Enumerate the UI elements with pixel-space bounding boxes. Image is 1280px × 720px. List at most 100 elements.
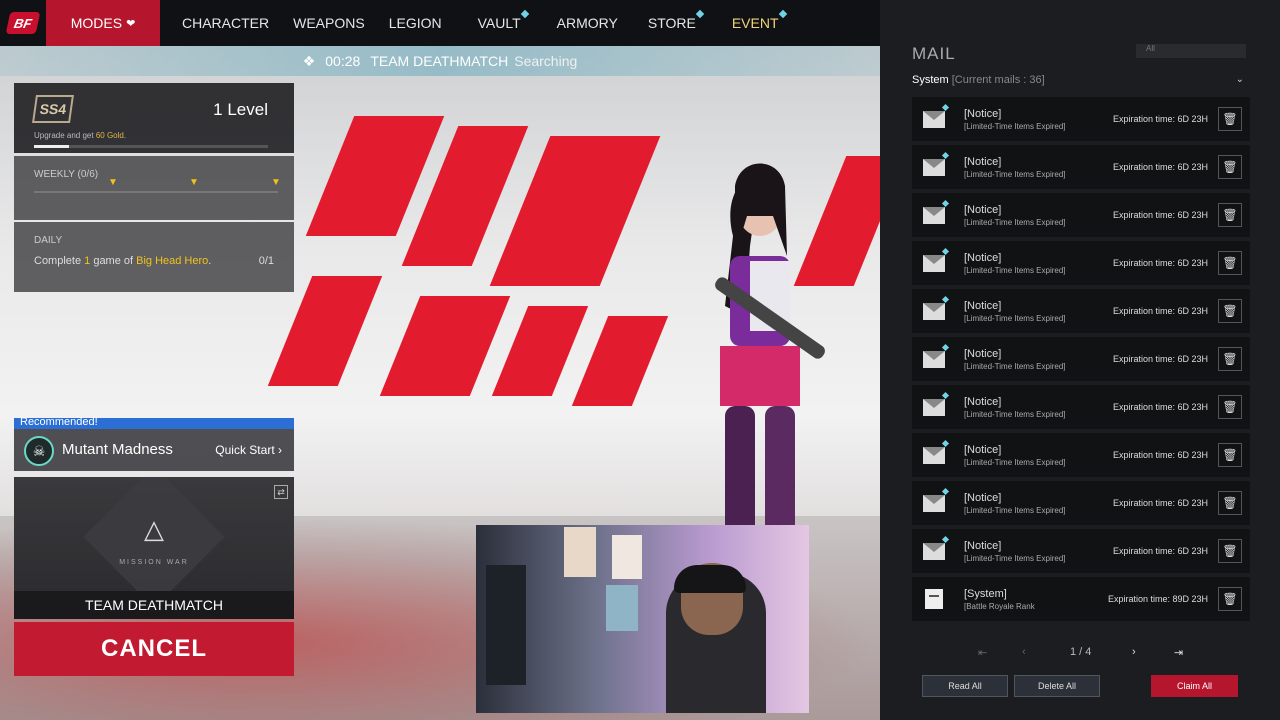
mail-row[interactable]: [Notice] [Limited-Time Items Expired] Expi… (912, 433, 1250, 477)
nav-event-label: EVENT (731, 15, 779, 31)
daily-panel[interactable]: DAILY Complete 1 game of Big Head Hero. … (14, 222, 294, 292)
delete-mail-button[interactable]: 🗑 (1218, 491, 1242, 515)
selected-mode-card[interactable]: △ MISSION WAR ⇄ TEAM DEATHMATCH (14, 477, 294, 619)
mail-row[interactable]: [Notice] [Limited-Time Items Expired] Expi… (912, 289, 1250, 333)
mail-count: [Current mails : 36] (951, 74, 1045, 86)
mail-subject: [System] (964, 588, 1007, 600)
nav-legion-label: LEGION (388, 15, 442, 31)
nav-character-label: CHARACTER (182, 15, 270, 31)
weekly-panel[interactable]: WEEKLY (0/6) ▼ ▼ ▼ (14, 156, 294, 220)
daily-mission-text: Complete 1 game of Big Head Hero. (34, 255, 211, 267)
mail-sort-dropdown[interactable]: All (1136, 44, 1246, 58)
last-page-icon[interactable]: ⇥ (1174, 646, 1183, 659)
envelope-icon (923, 159, 945, 176)
envelope-icon (923, 495, 945, 512)
delete-mail-button[interactable]: 🗑 (1218, 539, 1242, 563)
delete-mail-button[interactable]: 🗑 (1218, 347, 1242, 371)
nav-modes-label: MODES (70, 15, 123, 31)
delete-mail-button[interactable]: 🗑 (1218, 203, 1242, 227)
matchmaking-status: ❖ 00:28 TEAM DEATHMATCH Searching (0, 46, 880, 76)
mail-subject: [Notice] (964, 396, 1002, 408)
heart-icon: ❤ (126, 17, 136, 30)
delete-mail-button[interactable]: 🗑 (1218, 395, 1242, 419)
nav-legion[interactable]: LEGION (389, 15, 442, 31)
mail-row[interactable]: [Notice] [Limited-Time Items Expired] Expi… (912, 193, 1250, 237)
mail-category-header[interactable]: System [Current mails : 36] ⌄ (912, 74, 1250, 90)
nav-store-label: STORE (647, 15, 696, 31)
mail-row[interactable]: [Notice] [Limited-Time Items Expired] Expi… (912, 529, 1250, 573)
level-panel[interactable]: SS4 1 Level Upgrade and get 60 Gold. (14, 83, 294, 153)
mail-expiration: Expiration time: 6D 23H (1112, 450, 1208, 460)
nav-vault[interactable]: VAULT (477, 9, 529, 31)
mail-pager: ⇤ ‹ 1 / 4 › ⇥ (912, 646, 1250, 664)
envelope-icon (923, 255, 945, 272)
mail-description: [Limited-Time Items Expired] (964, 314, 1066, 323)
delete-all-button[interactable]: Delete All (1014, 675, 1100, 697)
new-indicator-icon (941, 439, 950, 448)
nav-store[interactable]: STORE (647, 9, 705, 31)
mail-expiration: Expiration time: 6D 23H (1112, 210, 1208, 220)
weekly-label: WEEKLY (0/6) (34, 169, 99, 180)
mail-description: [Limited-Time Items Expired] (964, 362, 1066, 371)
mail-row[interactable]: [Notice] [Limited-Time Items Expired] Expi… (912, 385, 1250, 429)
mail-row[interactable]: [System] [Battle Royale Rank Expiration ti… (912, 577, 1250, 621)
reward-marker-icon: ▼ (271, 177, 281, 188)
mail-description: [Limited-Time Items Expired] (964, 410, 1066, 419)
envelope-icon (923, 111, 945, 128)
nav-armory[interactable]: ARMORY (557, 15, 618, 31)
claim-all-button[interactable]: Claim All (1151, 675, 1238, 697)
mail-row[interactable]: [Notice] [Limited-Time Items Expired] Expi… (912, 145, 1250, 189)
daily-suffix: . (208, 255, 212, 267)
delete-mail-button[interactable]: 🗑 (1218, 107, 1242, 131)
daily-mode: Big Head Hero (136, 255, 209, 267)
daily-progress: 0/1 (258, 255, 274, 267)
recommended-mode[interactable]: ☠ Mutant Madness Quick Start › (14, 429, 294, 471)
delete-mail-button[interactable]: 🗑 (1218, 443, 1242, 467)
new-indicator-icon (941, 295, 950, 304)
rank-emblem-icon: SS4 (32, 95, 74, 123)
switch-mode-icon[interactable]: ⇄ (274, 485, 288, 499)
read-all-button[interactable]: Read All (922, 675, 1008, 697)
mail-expiration: Expiration time: 6D 23H (1112, 402, 1208, 412)
mail-description: [Limited-Time Items Expired] (964, 506, 1066, 515)
trash-icon: 🗑 (1222, 352, 1238, 366)
mail-description: [Battle Royale Rank (964, 602, 1035, 611)
prev-page-icon[interactable]: ‹ (1022, 646, 1026, 658)
delete-mail-button[interactable]: 🗑 (1218, 155, 1242, 179)
trash-icon: 🗑 (1222, 592, 1238, 606)
mail-expiration: Expiration time: 6D 23H (1112, 306, 1208, 316)
delete-mail-button[interactable]: 🗑 (1218, 587, 1242, 611)
game-logo[interactable]: BF (0, 0, 46, 46)
mail-subject: [Notice] (964, 204, 1002, 216)
mail-title: MAIL (912, 44, 956, 63)
trash-icon: 🗑 (1222, 400, 1238, 414)
mail-subject: [Notice] (964, 108, 1002, 120)
mail-row[interactable]: [Notice] [Limited-Time Items Expired] Expi… (912, 97, 1250, 141)
delete-mail-button[interactable]: 🗑 (1218, 299, 1242, 323)
mail-description: [Limited-Time Items Expired] (964, 458, 1066, 467)
mail-expiration: Expiration time: 6D 23H (1112, 162, 1208, 172)
nav-weapons[interactable]: WEAPONS (293, 15, 365, 31)
mail-row[interactable]: [Notice] [Limited-Time Items Expired] Expi… (912, 241, 1250, 285)
quick-start-button[interactable]: Quick Start › (215, 443, 282, 457)
mail-category: System (912, 74, 949, 86)
mail-subject: [Notice] (964, 348, 1002, 360)
chevron-right-icon: › (278, 443, 282, 457)
nav-modes[interactable]: MODES ❤ (46, 0, 160, 46)
new-indicator-icon (778, 9, 787, 19)
next-page-icon[interactable]: › (1132, 646, 1136, 658)
level-label: 1 Level (213, 100, 268, 119)
nav-character[interactable]: CHARACTER (182, 15, 269, 31)
search-mode: TEAM DEATHMATCH (370, 53, 509, 69)
nav-event[interactable]: EVENT (731, 9, 787, 31)
mail-description: [Limited-Time Items Expired] (964, 170, 1066, 179)
cancel-button[interactable]: CANCEL (14, 622, 294, 676)
nav-vault-label: VAULT (477, 15, 521, 31)
mail-subject: [Notice] (964, 444, 1002, 456)
level-reward-prefix: Upgrade and get (34, 131, 96, 140)
envelope-icon (923, 399, 945, 416)
first-page-icon[interactable]: ⇤ (978, 646, 987, 659)
mail-row[interactable]: [Notice] [Limited-Time Items Expired] Expi… (912, 481, 1250, 525)
mail-row[interactable]: [Notice] [Limited-Time Items Expired] Expi… (912, 337, 1250, 381)
delete-mail-button[interactable]: 🗑 (1218, 251, 1242, 275)
